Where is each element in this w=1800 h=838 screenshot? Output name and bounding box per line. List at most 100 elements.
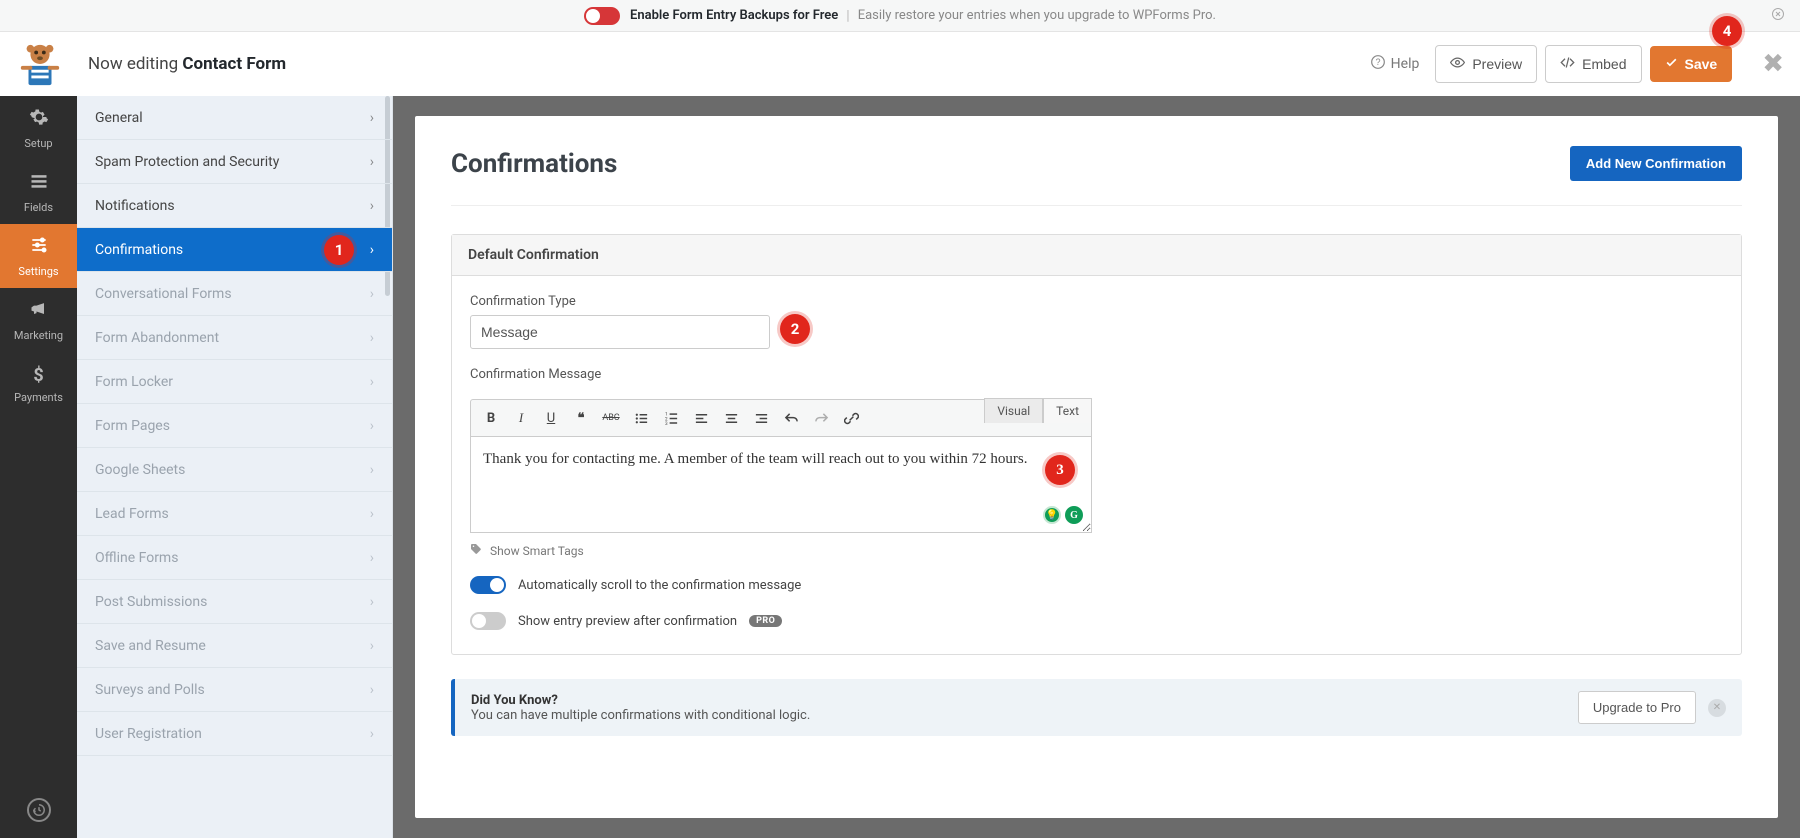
promo-close-icon[interactable] bbox=[1772, 8, 1784, 24]
undo-icon[interactable] bbox=[779, 406, 803, 430]
code-icon bbox=[1560, 55, 1575, 73]
nav-setup[interactable]: Setup bbox=[0, 96, 77, 160]
settings-item-postsub[interactable]: Post Submissions› bbox=[77, 580, 392, 624]
promo-bar: Enable Form Entry Backups for Free | Eas… bbox=[0, 0, 1800, 32]
content-panel: Confirmations Add New Confirmation Defau… bbox=[415, 116, 1778, 818]
chevron-right-icon: › bbox=[370, 462, 374, 478]
nav-history[interactable] bbox=[0, 782, 77, 838]
settings-label: Form Pages bbox=[95, 418, 170, 434]
nav-payments[interactable]: $ Payments bbox=[0, 352, 77, 416]
settings-item-pages[interactable]: Form Pages› bbox=[77, 404, 392, 448]
chevron-right-icon: › bbox=[370, 550, 374, 566]
settings-item-general[interactable]: General› bbox=[77, 96, 392, 140]
bullet-list-icon[interactable] bbox=[629, 406, 653, 430]
grammarly-g-icon[interactable]: G bbox=[1065, 506, 1083, 524]
dyk-close-icon[interactable]: ✕ bbox=[1708, 699, 1726, 717]
preview-label: Preview bbox=[1472, 56, 1522, 72]
settings-item-surveys[interactable]: Surveys and Polls › bbox=[77, 668, 392, 712]
autoscroll-toggle[interactable] bbox=[470, 576, 506, 594]
underline-icon[interactable]: U bbox=[539, 406, 563, 430]
help-icon: ? bbox=[1371, 55, 1385, 73]
confirmation-body: Confirmation Type 2 Confirmation Message… bbox=[452, 276, 1741, 654]
upgrade-pro-button[interactable]: Upgrade to Pro bbox=[1578, 691, 1696, 724]
dyk-title: Did You Know? bbox=[471, 693, 810, 708]
italic-icon[interactable]: I bbox=[509, 406, 533, 430]
settings-label: Spam Protection and Security bbox=[95, 154, 279, 170]
callout-badge-3: 3 bbox=[1045, 455, 1075, 485]
settings-item-conversational[interactable]: Conversational Forms › bbox=[77, 272, 392, 316]
settings-label: Lead Forms bbox=[95, 506, 169, 522]
nav-fields-label: Fields bbox=[24, 201, 53, 214]
chevron-right-icon: › bbox=[370, 286, 374, 302]
bold-icon[interactable]: B bbox=[479, 406, 503, 430]
settings-label: Confirmations bbox=[95, 242, 183, 258]
panel-title: Confirmations bbox=[451, 149, 617, 179]
settings-label: Surveys and Polls bbox=[95, 682, 205, 698]
settings-item-confirmations[interactable]: Confirmations 1 › bbox=[77, 228, 392, 272]
did-you-know-box: Did You Know? You can have multiple conf… bbox=[451, 679, 1742, 736]
align-left-icon[interactable] bbox=[689, 406, 713, 430]
settings-label: Notifications bbox=[95, 198, 175, 214]
embed-button[interactable]: Embed bbox=[1545, 45, 1641, 83]
grammarly-bulb-icon[interactable]: 💡 bbox=[1043, 506, 1061, 524]
settings-label: Form Locker bbox=[95, 374, 173, 390]
settings-item-saveresume[interactable]: Save and Resume› bbox=[77, 624, 392, 668]
content-area: Confirmations Add New Confirmation Defau… bbox=[393, 96, 1800, 838]
svg-text:?: ? bbox=[1375, 57, 1380, 67]
confirmation-type-select[interactable] bbox=[470, 315, 770, 349]
promo-toggle[interactable] bbox=[584, 7, 620, 25]
save-button[interactable]: Save bbox=[1650, 46, 1733, 82]
sliders-icon bbox=[29, 235, 49, 260]
builder-header: Now editing Contact Form ? Help Preview … bbox=[0, 32, 1800, 96]
editor-content: Thank you for contacting me. A member of… bbox=[483, 451, 1027, 467]
settings-item-userreg[interactable]: User Registration› bbox=[77, 712, 392, 756]
close-builder-icon[interactable]: ✖ bbox=[1762, 49, 1784, 79]
confirmation-box: Default Confirmation Confirmation Type 2… bbox=[451, 234, 1742, 655]
svg-text:3: 3 bbox=[664, 421, 667, 426]
chevron-right-icon: › bbox=[370, 154, 374, 170]
align-center-icon[interactable] bbox=[719, 406, 743, 430]
callout-badge-1: 1 bbox=[324, 235, 354, 265]
callout-2-wrap: 2 bbox=[780, 314, 810, 344]
nav-marketing[interactable]: Marketing bbox=[0, 288, 77, 352]
confirmation-header[interactable]: Default Confirmation bbox=[452, 235, 1741, 276]
numbered-list-icon[interactable]: 123 bbox=[659, 406, 683, 430]
strikethrough-icon[interactable]: ABC bbox=[599, 406, 623, 430]
show-smart-tags[interactable]: Show Smart Tags bbox=[470, 543, 1723, 558]
editor-content-area[interactable]: Thank you for contacting me. A member of… bbox=[470, 437, 1092, 533]
redo-icon[interactable] bbox=[809, 406, 833, 430]
preview-button[interactable]: Preview bbox=[1435, 45, 1537, 83]
quote-icon[interactable]: ❝ bbox=[569, 406, 593, 430]
dyk-body: You can have multiple confirmations with… bbox=[471, 708, 810, 723]
pro-badge: PRO bbox=[749, 615, 782, 627]
settings-label: General bbox=[95, 110, 143, 126]
dollar-icon: $ bbox=[33, 365, 43, 386]
confirmation-type-row: Confirmation Type 2 bbox=[470, 294, 1723, 349]
link-icon[interactable] bbox=[839, 406, 863, 430]
nav-fields[interactable]: Fields bbox=[0, 160, 77, 224]
help-link[interactable]: ? Help bbox=[1371, 55, 1420, 73]
settings-item-locker[interactable]: Form Locker › bbox=[77, 360, 392, 404]
settings-item-offline[interactable]: Offline Forms› bbox=[77, 536, 392, 580]
autoscroll-label: Automatically scroll to the confirmation… bbox=[518, 578, 801, 593]
settings-item-leads[interactable]: Lead Forms› bbox=[77, 492, 392, 536]
nav-settings[interactable]: Settings bbox=[0, 224, 77, 288]
settings-label: Conversational Forms bbox=[95, 286, 232, 302]
editor-tab-text[interactable]: Text bbox=[1043, 398, 1092, 423]
chevron-right-icon: › bbox=[370, 682, 374, 698]
settings-item-notifications[interactable]: Notifications› bbox=[77, 184, 392, 228]
entry-preview-row: Show entry preview after confirmation PR… bbox=[470, 612, 1723, 630]
add-confirmation-button[interactable]: Add New Confirmation bbox=[1570, 146, 1742, 181]
confirmation-type-label: Confirmation Type bbox=[470, 294, 1723, 309]
nav-marketing-label: Marketing bbox=[14, 329, 63, 342]
chevron-right-icon: › bbox=[370, 374, 374, 390]
entry-preview-toggle[interactable] bbox=[470, 612, 506, 630]
list-icon bbox=[29, 171, 49, 196]
settings-item-abandonment[interactable]: Form Abandonment› bbox=[77, 316, 392, 360]
align-right-icon[interactable] bbox=[749, 406, 773, 430]
callout-3-wrap: 3 bbox=[1045, 455, 1075, 485]
settings-item-gsheets[interactable]: Google Sheets› bbox=[77, 448, 392, 492]
settings-item-spam[interactable]: Spam Protection and Security › bbox=[77, 140, 392, 184]
editor-tab-visual[interactable]: Visual bbox=[984, 398, 1043, 423]
embed-label: Embed bbox=[1582, 56, 1626, 72]
